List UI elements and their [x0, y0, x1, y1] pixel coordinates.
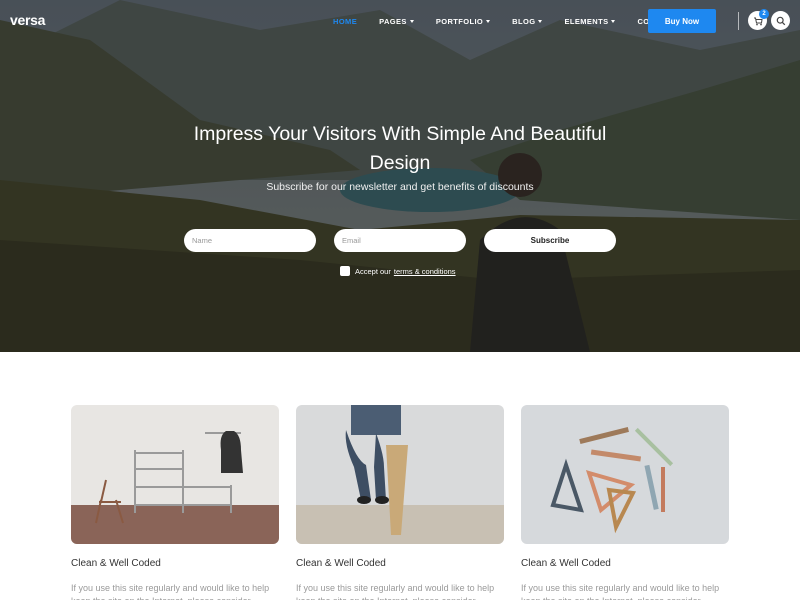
furniture-image: [71, 405, 279, 544]
menu-item-label: PORTFOLIO: [435, 16, 484, 26]
card-image-rulers[interactable]: [521, 405, 729, 544]
card-image-furniture[interactable]: [71, 405, 279, 544]
card-title: Clean & Well Coded: [521, 558, 611, 569]
main-menu: HOME PAGES PORTFOLIO BLOG ELEMENTS CONTA…: [322, 0, 694, 42]
accept-checkbox[interactable]: [340, 266, 350, 276]
card-image-person[interactable]: [296, 405, 504, 544]
chevron-down-icon: [611, 19, 616, 23]
card-text: If you use this site regularly and would…: [521, 583, 720, 600]
feature-card: Clean & Well Coded If you use this site …: [521, 405, 729, 600]
chevron-down-icon: [486, 19, 491, 23]
menu-item-home[interactable]: HOME: [322, 0, 368, 42]
top-navigation: versa HOME PAGES PORTFOLIO BLOG ELEMENTS…: [0, 0, 800, 42]
hero-title: Impress Your Visitors With Simple And Be…: [193, 123, 607, 174]
buy-now-button[interactable]: Buy Now: [648, 9, 716, 33]
rulers-image: [521, 405, 729, 544]
email-field[interactable]: Email: [334, 229, 466, 252]
hero-subtitle: Subscribe for our newsletter and get ben…: [266, 181, 534, 193]
logo[interactable]: versa: [10, 12, 45, 28]
chevron-down-icon: [538, 19, 543, 23]
card-text: If you use this site regularly and would…: [296, 583, 495, 600]
menu-item-pages[interactable]: PAGES: [368, 0, 425, 42]
nav-divider: [738, 12, 739, 30]
feature-card: Clean & Well Coded If you use this site …: [71, 405, 279, 600]
subscribe-button[interactable]: Subscribe: [484, 229, 616, 252]
search-button[interactable]: [771, 11, 790, 30]
chevron-down-icon: [409, 19, 414, 23]
accept-terms-row: Accept our terms & conditions: [340, 266, 456, 276]
person-image: [296, 405, 504, 544]
menu-item-blog[interactable]: BLOG: [501, 0, 553, 42]
name-placeholder: Name: [192, 236, 213, 245]
menu-item-portfolio[interactable]: PORTFOLIO: [425, 0, 501, 42]
card-title: Clean & Well Coded: [296, 558, 386, 569]
menu-item-label: ELEMENTS: [564, 16, 609, 26]
terms-link[interactable]: terms & conditions: [394, 267, 456, 276]
menu-item-elements[interactable]: ELEMENTS: [553, 0, 626, 42]
menu-item-label: HOME: [333, 16, 358, 26]
email-placeholder: Email: [342, 236, 361, 245]
card-title: Clean & Well Coded: [71, 558, 161, 569]
menu-item-label: PAGES: [379, 16, 407, 26]
menu-item-label: BLOG: [512, 16, 536, 26]
cart-count-badge: 2: [759, 9, 769, 19]
feature-card: Clean & Well Coded If you use this site …: [296, 405, 504, 600]
name-field[interactable]: Name: [184, 229, 316, 252]
card-text: If you use this site regularly and would…: [71, 583, 270, 600]
search-icon: [776, 16, 785, 25]
accept-label: Accept our: [355, 266, 391, 276]
